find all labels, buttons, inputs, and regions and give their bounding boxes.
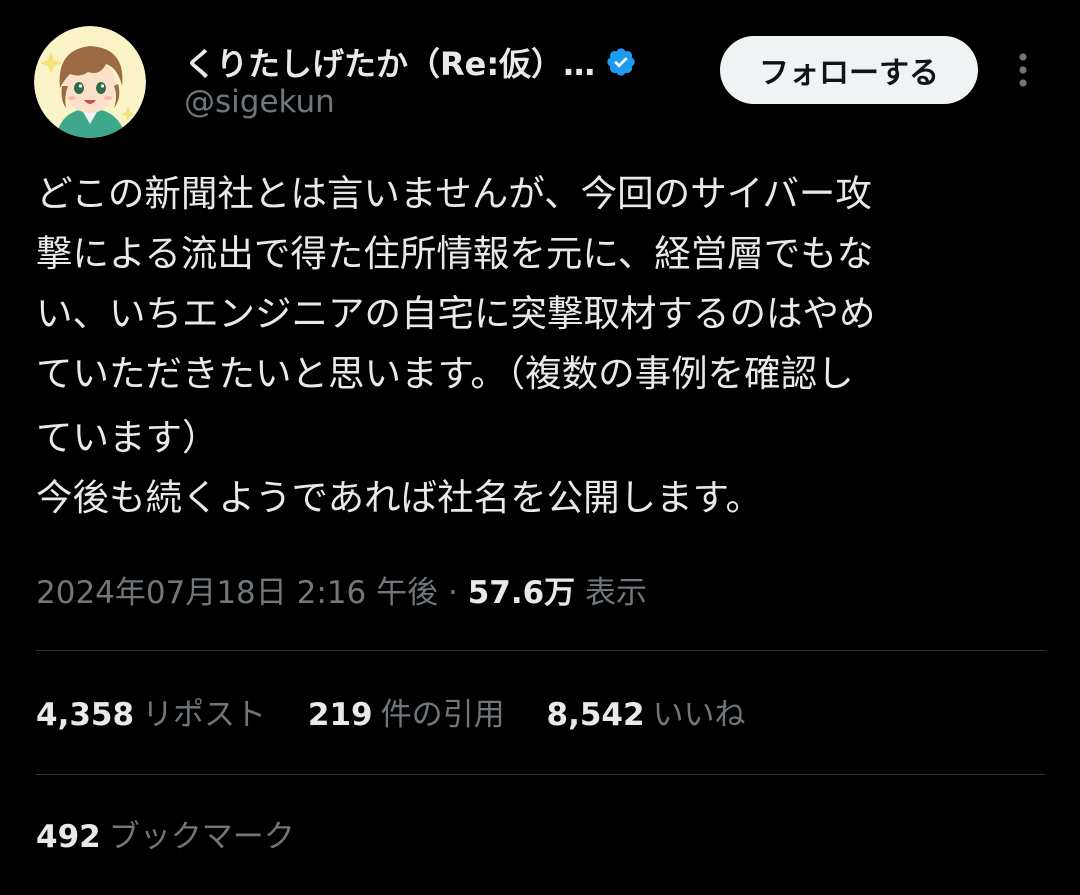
tweet-timestamp[interactable]: 2024年07月18日 2:16 午後 bbox=[36, 575, 438, 611]
reposts-count: 4,358 bbox=[36, 697, 135, 733]
divider bbox=[36, 650, 1046, 651]
user-avatar-icon[interactable] bbox=[34, 26, 146, 138]
meta-separator: · bbox=[447, 575, 458, 611]
reposts-label: リポスト bbox=[142, 697, 267, 733]
tweet-text-line: 撃による流出で得た住所情報を元に、経営層でもな bbox=[36, 232, 874, 275]
divider bbox=[36, 774, 1046, 775]
views-count: 57.6万 bbox=[467, 575, 576, 611]
author-handle[interactable]: @sigekun bbox=[184, 84, 335, 120]
quotes-count: 219 bbox=[307, 697, 373, 733]
likes-label: いいね bbox=[652, 697, 746, 733]
quotes-stat[interactable]: 219 件の引用 bbox=[308, 690, 505, 740]
more-vertical-icon[interactable] bbox=[1008, 48, 1038, 92]
engagement-stats: 4,358 リポスト 219 件の引用 8,542 いいね bbox=[36, 690, 778, 740]
reposts-stat[interactable]: 4,358 リポスト bbox=[36, 690, 266, 740]
views-label: 表示 bbox=[585, 575, 648, 611]
likes-count: 8,542 bbox=[546, 697, 645, 733]
bookmarks-stat[interactable]: 492 ブックマーク bbox=[36, 812, 295, 862]
tweet-text-line: 今後も続くようであれば社名を公開します。 bbox=[36, 476, 762, 519]
bookmarks-label: ブックマーク bbox=[108, 819, 295, 855]
tweet-header: くりたしげたか（Re:仮）… @sigekun フォローする bbox=[34, 26, 1054, 138]
tweet-text: どこの新聞社とは言いませんが、今回のサイバー攻 撃による流出で得た住所情報を元に… bbox=[36, 164, 1056, 528]
bookmarks-count: 492 bbox=[36, 819, 101, 855]
tweet-text-line: い、いちエンジニアの自宅に突撃取材するのはやめ bbox=[36, 292, 876, 335]
likes-stat[interactable]: 8,542 いいね bbox=[547, 690, 746, 740]
verified-badge-icon bbox=[605, 46, 637, 78]
quotes-label: 件の引用 bbox=[380, 697, 505, 733]
tweet-text-line: どこの新聞社とは言いませんが、今回のサイバー攻 bbox=[36, 172, 872, 215]
author-display-name[interactable]: くりたしげたか（Re:仮）… bbox=[184, 39, 595, 85]
tweet-text-line: ています） bbox=[36, 416, 219, 459]
tweet-meta: 2024年07月18日 2:16 午後 · 57.6万 表示 bbox=[36, 568, 647, 618]
tweet-text-line: ていただきたいと思います。（複数の事例を確認し bbox=[36, 352, 854, 395]
author-name-row[interactable]: くりたしげたか（Re:仮）… bbox=[184, 40, 637, 84]
follow-button[interactable]: フォローする bbox=[720, 36, 978, 104]
